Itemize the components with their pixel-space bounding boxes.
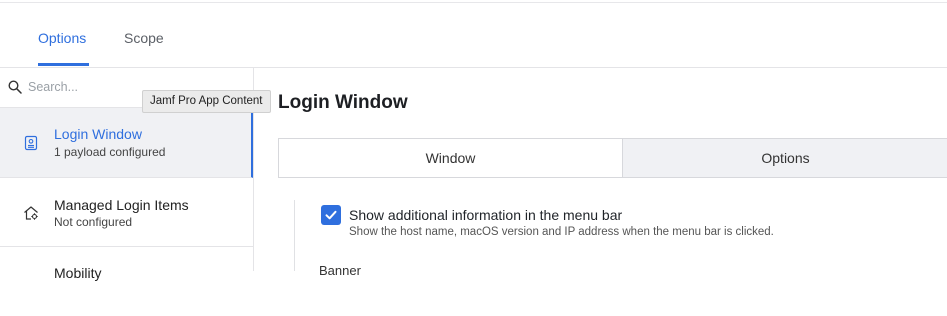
tab-options[interactable]: Options xyxy=(38,30,86,46)
search-input[interactable] xyxy=(28,77,138,97)
show-info-label: Show additional information in the menu … xyxy=(349,207,623,223)
sidebar-item-status: 1 payload configured xyxy=(54,145,166,159)
show-info-checkbox[interactable] xyxy=(321,205,341,225)
tooltip: Jamf Pro App Content xyxy=(142,90,271,113)
segmented-control: Window Options xyxy=(278,138,947,178)
sidebar-item-mobility[interactable]: Mobility xyxy=(0,247,253,316)
sidebar-item-title: Managed Login Items xyxy=(54,197,189,213)
checkmark-icon xyxy=(325,210,337,220)
sidebar-item-title: Login Window xyxy=(54,126,142,142)
segment-options[interactable]: Options xyxy=(623,139,947,177)
section-divider xyxy=(294,200,295,271)
segment-window[interactable]: Window xyxy=(279,139,623,177)
sidebar-item-title: Mobility xyxy=(54,265,102,281)
page-title: Login Window xyxy=(278,92,408,113)
sidebar-item-status: Not configured xyxy=(54,215,133,229)
sidebar-item-login-window[interactable]: Login Window 1 payload configured xyxy=(0,108,253,178)
show-info-help-text: Show the host name, macOS version and IP… xyxy=(349,226,774,238)
search-icon xyxy=(8,80,22,94)
home-gear-icon xyxy=(24,206,38,220)
sidebar-item-managed-login-items[interactable]: Managed Login Items Not configured xyxy=(0,177,253,247)
active-tab-indicator xyxy=(38,63,89,66)
tab-bar: Options Scope xyxy=(0,0,947,68)
id-badge-icon xyxy=(24,135,38,151)
tab-scope[interactable]: Scope xyxy=(124,30,164,46)
